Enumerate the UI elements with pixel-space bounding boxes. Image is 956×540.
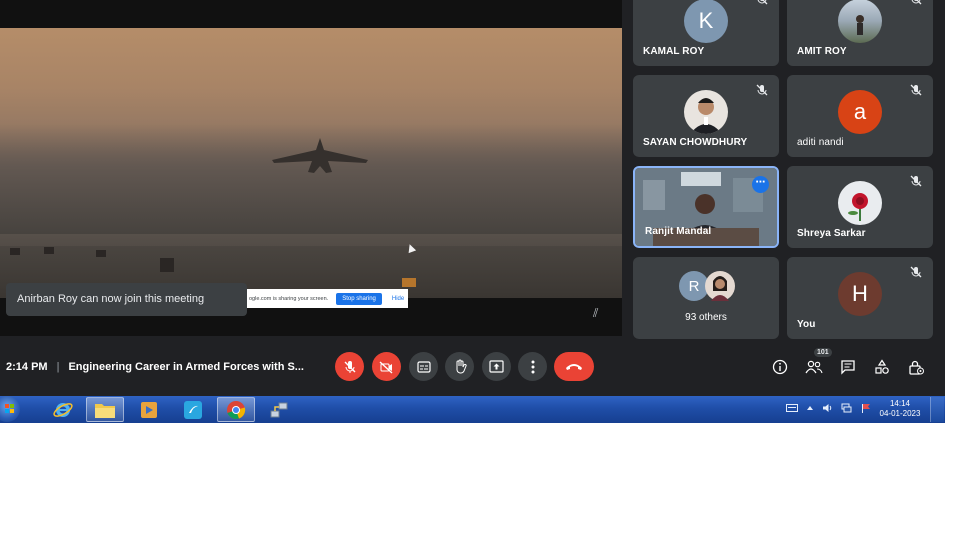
avatar: a	[838, 90, 882, 134]
present-button[interactable]	[482, 352, 511, 381]
others-count-label: 93 others	[685, 312, 727, 323]
taskbar-app[interactable]	[174, 397, 212, 422]
chevron-up-icon[interactable]	[806, 404, 814, 412]
chat-button[interactable]	[839, 358, 857, 376]
meet-window: Anirban Roy can now join this meeting og…	[0, 0, 945, 396]
avatar: H	[838, 272, 882, 316]
camera-toggle-button[interactable]	[372, 352, 401, 381]
start-button[interactable]	[0, 396, 20, 422]
avatar-photo	[705, 271, 735, 301]
jet-icon	[272, 138, 368, 173]
meeting-info: 2:14 PM | Engineering Career in Armed Fo…	[6, 360, 304, 374]
avatar-photo	[684, 90, 728, 134]
info-icon	[772, 359, 788, 375]
media-player-icon	[141, 401, 157, 418]
system-tray	[786, 403, 871, 413]
mic-off-icon	[344, 360, 355, 373]
app-icon	[184, 400, 202, 419]
participant-tile[interactable]: a aditi nandi	[787, 75, 933, 157]
captions-button[interactable]	[409, 352, 438, 381]
presentation-stage: Anirban Roy can now join this meeting og…	[0, 0, 622, 336]
sharing-banner: ogle.com is sharing your screen. Stop sh…	[247, 289, 408, 308]
raise-hand-button[interactable]	[445, 352, 474, 381]
internet-explorer-icon	[53, 402, 73, 417]
participant-name: KAMAL ROY	[643, 46, 705, 57]
mic-off-icon	[910, 175, 922, 187]
meeting-time: 2:14 PM	[6, 361, 48, 373]
others-tile[interactable]: R 93 others	[633, 257, 779, 339]
show-desktop-button[interactable]	[930, 397, 944, 422]
mic-toggle-button[interactable]	[335, 352, 364, 381]
mic-off-icon	[910, 84, 922, 96]
more-options-icon	[531, 360, 534, 373]
participant-name: aditi nandi	[797, 137, 844, 148]
taskbar-media-player[interactable]	[130, 397, 168, 422]
participant-tile[interactable]: K KAMAL ROY	[633, 0, 779, 66]
camera-off-icon	[379, 360, 393, 374]
participant-tile-active[interactable]: ⋯ Ranjit Mandal	[633, 166, 779, 248]
more-options-icon[interactable]: ⋯	[752, 176, 769, 193]
network-app-icon	[270, 402, 288, 417]
chat-icon	[841, 360, 855, 375]
mic-off-icon	[756, 84, 768, 96]
captions-icon	[416, 360, 431, 373]
participant-name: Ranjit Mandal	[645, 226, 712, 237]
avatar-photo	[838, 181, 882, 225]
file-explorer-icon	[95, 403, 115, 418]
clock-date: 04-01-2023	[879, 409, 921, 418]
taskbar-network-app[interactable]	[260, 397, 298, 422]
taskbar-chrome[interactable]	[217, 397, 255, 422]
hide-banner-button[interactable]: Hide	[392, 296, 404, 302]
self-tile[interactable]: H You	[787, 257, 933, 339]
system-clock[interactable]: 14:14 04-01-2023	[874, 399, 926, 419]
people-count-badge: 101	[814, 348, 832, 357]
host-controls-icon	[909, 360, 924, 375]
present-icon	[489, 360, 504, 373]
participant-name: You	[797, 319, 816, 330]
pin-icon[interactable]: ⫽	[593, 306, 598, 321]
taskbar-file-explorer[interactable]	[86, 397, 124, 422]
join-notification: Anirban Roy can now join this meeting	[6, 283, 247, 316]
people-button[interactable]	[805, 358, 823, 376]
participant-name: SAYAN CHOWDHURY	[643, 137, 748, 148]
volume-icon[interactable]	[822, 403, 833, 413]
activities-button[interactable]	[873, 358, 891, 376]
action-center-flag-icon[interactable]	[860, 403, 871, 413]
taskbar-internet-explorer[interactable]	[44, 397, 82, 422]
participant-name: AMIT ROY	[797, 46, 847, 57]
sharing-banner-text: ogle.com is sharing your screen.	[249, 295, 329, 302]
windows-taskbar: 14:14 04-01-2023	[0, 396, 945, 423]
windows-logo-icon	[5, 404, 14, 413]
chrome-icon	[227, 400, 246, 419]
people-icon	[805, 360, 823, 374]
meeting-title: Engineering Career in Armed Forces with …	[68, 361, 304, 373]
avatar-photo	[838, 0, 882, 43]
host-controls-button[interactable]	[907, 358, 925, 376]
participant-tile[interactable]: Shreya Sarkar	[787, 166, 933, 248]
raise-hand-icon	[456, 359, 467, 374]
leave-call-button[interactable]	[554, 352, 594, 381]
shared-video	[0, 28, 622, 298]
divider: |	[56, 361, 60, 373]
clock-time: 14:14	[889, 399, 911, 408]
keyboard-icon[interactable]	[786, 403, 798, 413]
more-options-button[interactable]	[518, 352, 547, 381]
mic-off-icon	[910, 266, 922, 278]
participant-tile[interactable]: AMIT ROY	[787, 0, 933, 66]
participant-tile[interactable]: SAYAN CHOWDHURY	[633, 75, 779, 157]
avatar: K	[684, 0, 728, 43]
network-icon[interactable]	[841, 403, 852, 413]
stop-sharing-button[interactable]: Stop sharing	[336, 292, 382, 305]
mic-off-icon	[757, 0, 768, 5]
meeting-details-button[interactable]	[771, 358, 789, 376]
mic-off-icon	[911, 0, 922, 5]
hang-up-icon	[566, 363, 582, 370]
join-notification-text: Anirban Roy can now join this meeting	[17, 293, 205, 305]
activities-icon	[875, 359, 889, 374]
participant-name: Shreya Sarkar	[797, 228, 866, 239]
